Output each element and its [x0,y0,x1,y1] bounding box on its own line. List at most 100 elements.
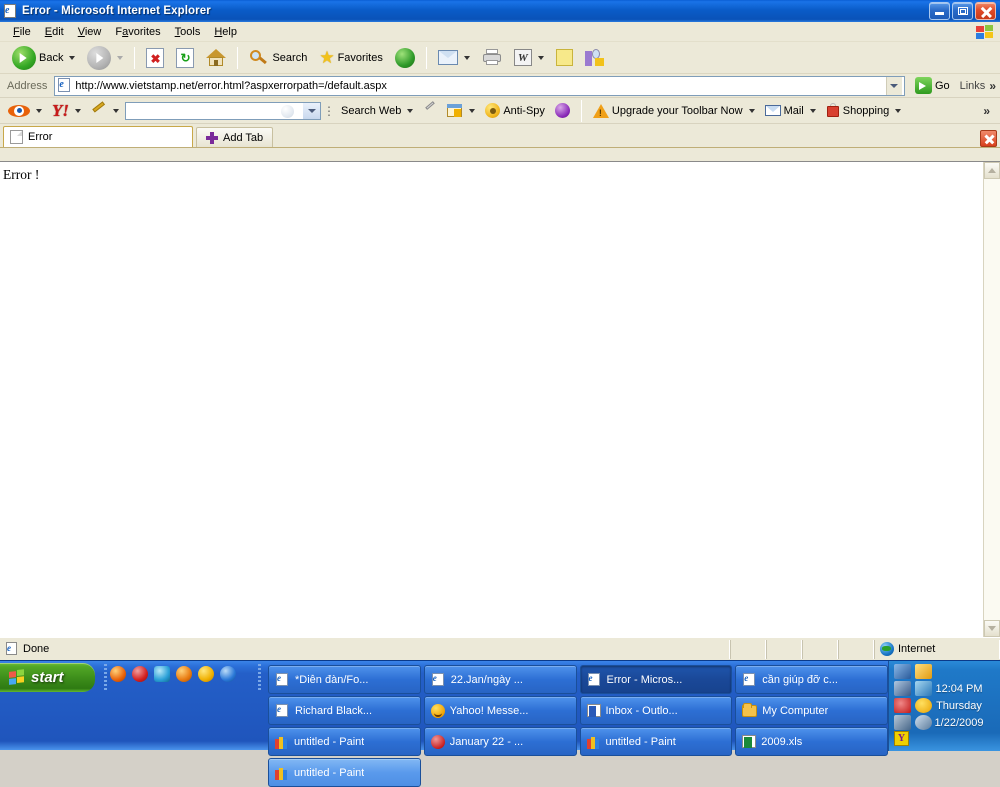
chevron-down-icon[interactable] [75,108,81,113]
start-button[interactable]: start [0,663,95,692]
scroll-down-arrow[interactable] [984,620,1000,637]
paperclip-button[interactable] [419,101,441,119]
ie-blue-icon[interactable] [154,666,170,682]
network-icon[interactable] [894,664,911,679]
yahoo-tray-button[interactable]: Y [894,731,909,746]
address-input[interactable]: e http://www.vietstamp.net/error.html?as… [54,75,905,96]
chevron-down-icon[interactable] [895,108,902,113]
yahoo-messenger-icon [430,703,445,718]
task-button[interactable]: e 22.Jan/ngày ... [423,665,577,694]
mail-button[interactable] [432,45,476,71]
menu-file[interactable]: FFileile [6,24,38,40]
printer-icon [482,49,502,66]
links-button[interactable]: Links [960,80,986,92]
refresh-button[interactable]: ↻ [170,45,200,71]
links-overflow-icon[interactable]: » [989,79,996,93]
scroll-up-arrow[interactable] [984,162,1000,179]
shopping-bag-icon [826,103,840,118]
go-button[interactable]: Go [909,73,956,99]
chevron-down-icon[interactable] [407,108,414,113]
task-button-hover[interactable]: untitled - Paint [268,758,421,787]
media-player-icon[interactable] [176,666,192,682]
close-button[interactable] [975,2,996,20]
minimize-button[interactable] [929,2,950,20]
yahoo-mail-button[interactable]: Mail [761,104,820,118]
add-tab-button[interactable]: Add Tab [196,127,274,147]
tab-error[interactable]: Error [3,126,193,147]
stop-button[interactable]: ✖ [140,45,170,71]
yahoo-shopping-button[interactable]: Shopping [822,102,906,119]
mail-tray-icon[interactable] [915,664,932,679]
task-button[interactable]: January 22 - ... [423,727,577,756]
task-button[interactable]: e *Diễn đàn/Fo... [268,665,421,694]
taskbar-grip[interactable] [258,664,261,690]
task-button-active[interactable]: e Error - Micros... [579,665,733,694]
search-button[interactable]: Search [243,45,313,71]
chevron-down-icon[interactable] [809,108,816,113]
notes-button[interactable] [550,45,579,71]
maximize-button[interactable] [952,2,973,20]
edit-word-button[interactable]: W [508,45,550,71]
home-button[interactable] [200,45,232,71]
clock-date: 1/22/2009 [934,717,984,729]
upgrade-toolbar-button[interactable]: Upgrade your Toolbar Now [589,103,759,119]
status-zone-pane[interactable]: Internet [874,639,1000,659]
task-button[interactable]: 2009.xls [735,727,888,756]
chevron-down-icon[interactable] [463,55,470,60]
back-button[interactable]: Back [6,45,81,71]
close-tab-icon[interactable] [980,130,997,147]
volume-icon[interactable] [894,715,911,730]
menu-tools[interactable]: Tools [168,24,208,40]
vertical-scrollbar[interactable] [983,162,1000,637]
address-dropdown-button[interactable] [885,76,902,95]
internet-explorer-icon[interactable] [220,666,236,682]
yahoo-search-dropdown[interactable] [303,102,320,119]
yahoo-search-input[interactable] [125,101,321,120]
toolbar-separator [237,46,239,69]
menu-bar: FFileile Edit View Favorites Tools Help [0,22,1000,42]
opera-icon[interactable] [132,666,148,682]
favorites-button[interactable]: ★ Favorites [313,45,389,71]
status-pane-blank [766,639,802,659]
taskbar-clock[interactable]: 12:04 PM Thursday 1/22/2009 [923,681,995,732]
display-icon[interactable] [894,681,911,696]
chevron-down-icon[interactable] [469,108,476,113]
task-button[interactable]: Yahoo! Messe... [423,696,577,725]
task-button[interactable]: e Richard Black... [268,696,421,725]
research-button[interactable] [579,45,611,71]
envelope-icon [764,105,781,116]
yahoo-logo-button[interactable]: Y! [48,101,85,120]
quicklaunch-grip[interactable] [104,664,107,690]
pencil-icon [91,101,107,118]
search-web-button[interactable]: Search Web [337,104,417,118]
yahoo-overflow-icon[interactable]: » [983,104,990,118]
menu-help[interactable]: Help [207,24,244,40]
popup-blocker-button[interactable] [443,103,479,119]
chevron-down-icon[interactable] [113,108,119,113]
chevron-down-icon[interactable] [748,108,755,113]
menu-edit[interactable]: Edit [38,24,71,40]
task-button[interactable]: e cần giúp đỡ c... [735,665,888,694]
purple-circle-button[interactable] [551,102,574,119]
firefox-icon[interactable] [110,666,126,682]
yahoo-eye-button[interactable] [4,102,46,120]
menu-view[interactable]: View [71,24,109,40]
yahoo-messenger-icon[interactable] [198,666,214,682]
yahoo-pencil-button[interactable] [87,101,123,119]
media-button[interactable] [389,45,421,71]
task-button[interactable]: untitled - Paint [268,727,421,756]
chevron-down-icon[interactable] [36,108,42,113]
task-button[interactable]: My Computer [735,696,888,725]
security-icon[interactable] [894,698,911,713]
task-button[interactable]: Inbox - Outlo... [579,696,733,725]
task-label: 22.Jan/ngày ... [450,673,523,686]
ie-icon: e [742,672,757,687]
chevron-down-icon[interactable] [537,55,544,60]
antispy-button[interactable]: Anti-Spy [481,102,549,119]
task-button[interactable]: untitled - Paint [579,727,733,756]
print-button[interactable] [476,45,508,71]
chevron-down-icon[interactable] [69,55,76,60]
forward-button[interactable] [81,45,129,71]
menu-favorites[interactable]: Favorites [108,24,167,40]
scrollbar-track[interactable] [984,179,1000,620]
